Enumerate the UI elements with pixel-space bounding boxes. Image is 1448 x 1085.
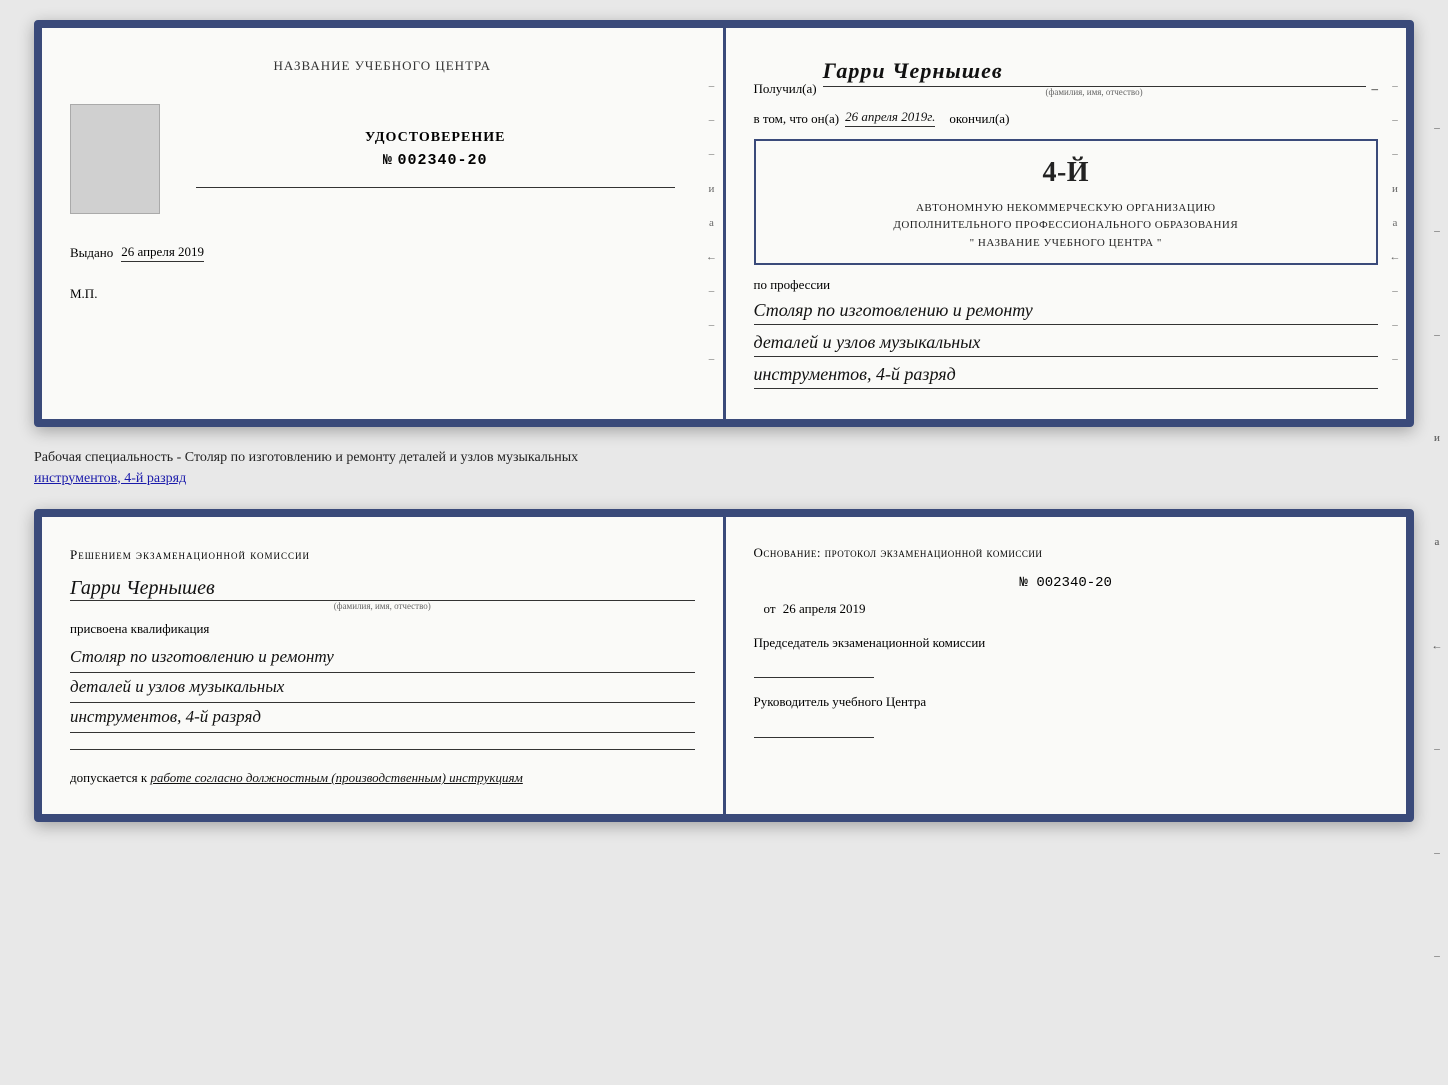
top-right-page: Получил(а) Гарри Чернышев (фамилия, имя,… — [726, 28, 1407, 419]
rukovoditel-block: Руководитель учебного Центра — [754, 692, 1379, 738]
recipient-name-container: Гарри Чернышев (фамилия, имя, отчество) — [823, 58, 1366, 97]
dopuskaetsya-value: работе согласно должностным (производств… — [150, 770, 522, 785]
bottom-left-page: Решением экзаменационной комиссии Гарри … — [42, 517, 726, 814]
fio-sublabel-top: (фамилия, имя, отчество) — [823, 87, 1366, 97]
stamp-line1: АВТОНОМНУЮ НЕКОММЕРЧЕСКУЮ ОРГАНИЗАЦИЮ — [770, 200, 1363, 218]
kvalif-line2: деталей и узлов музыкальных — [70, 673, 695, 703]
bottom-fio-sublabel: (фамилия, имя, отчество) — [70, 601, 695, 611]
ot-label: от — [764, 601, 776, 616]
bottom-spread: Решением экзаменационной комиссии Гарри … — [34, 509, 1414, 822]
po-professii-section: по профессии Столяр по изготовлению и ре… — [754, 277, 1379, 389]
cert-section: УДОСТОВЕРЕНИЕ № 002340-20 — [70, 104, 695, 214]
description-line1: Рабочая специальность - Столяр по изгото… — [34, 450, 578, 465]
stamp-big-num: 4-й — [770, 151, 1363, 196]
bottom-person-name: Гарри Чернышев — [70, 577, 695, 601]
prisvoena-label: присвоена квалификация — [70, 621, 695, 637]
predsedatel-block: Председатель экзаменационной комиссии — [754, 633, 1379, 679]
bottom-person-name-block: Гарри Чернышев (фамилия, имя, отчество) — [70, 577, 695, 611]
cert-title: УДОСТОВЕРЕНИЕ — [176, 130, 695, 146]
stamp-block: 4-й АВТОНОМНУЮ НЕКОММЕРЧЕСКУЮ ОРГАНИЗАЦИ… — [754, 139, 1379, 265]
separator-line — [70, 749, 695, 750]
vtom-line: в том, что он(а) 26 апреля 2019г. окончи… — [754, 109, 1379, 127]
profession-line2: деталей и узлов музыкальных — [754, 329, 1379, 357]
protocol-number: № 002340-20 — [754, 575, 1379, 591]
vydano-date: 26 апреля 2019 — [121, 244, 204, 262]
description-line2: инструментов, 4-й разряд — [34, 471, 186, 486]
predsedatel-title: Председатель экзаменационной комиссии — [754, 633, 1379, 653]
cert-number: № 002340-20 — [176, 152, 695, 169]
okonchil-label: окончил(а) — [949, 111, 1009, 127]
rukovoditel-signature-line — [754, 720, 874, 738]
vtom-label: в том, что он(а) — [754, 111, 840, 127]
photo-placeholder — [70, 104, 160, 214]
komissia-title: Решением экзаменационной комиссии — [70, 545, 695, 566]
dopuskaetsya-section: допускается к работе согласно должностны… — [70, 770, 695, 786]
stamp-line2: ДОПОЛНИТЕЛЬНОГО ПРОФЕССИОНАЛЬНОГО ОБРАЗО… — [770, 217, 1363, 235]
side-dashes-bottom-right: – – – и а ← – – – — [1430, 30, 1444, 1055]
mp-section: М.П. — [70, 286, 695, 302]
poluchil-label: Получил(а) — [754, 81, 817, 97]
profession-line1: Столяр по изготовлению и ремонту — [754, 297, 1379, 325]
recipient-line: Получил(а) Гарри Чернышев (фамилия, имя,… — [754, 58, 1379, 97]
side-dashes-top-right: – – – и а ← – – – — [1388, 58, 1402, 389]
po-professii-label: по профессии — [754, 277, 831, 292]
vtom-date: 26 апреля 2019г. — [845, 109, 935, 127]
kvalif-block: Столяр по изготовлению и ремонту деталей… — [70, 643, 695, 733]
predsedatel-signature-line — [754, 660, 874, 678]
kvalif-line3: инструментов, 4-й разряд — [70, 703, 695, 733]
ot-date-section: от 26 апреля 2019 — [754, 601, 1379, 617]
right-page-content: Получил(а) Гарри Чернышев (фамилия, имя,… — [754, 58, 1379, 389]
osnovanie-title: Основание: протокол экзаменационной коми… — [754, 545, 1379, 561]
kvalif-line1: Столяр по изготовлению и ремонту — [70, 643, 695, 673]
dopuskaetsya-label: допускается к — [70, 770, 147, 785]
bottom-right-page: Основание: протокол экзаменационной коми… — [726, 517, 1407, 814]
side-dashes-top-left: – – – и а ← – – – — [705, 58, 719, 389]
cert-info: УДОСТОВЕРЕНИЕ № 002340-20 — [176, 130, 695, 188]
rukovoditel-title: Руководитель учебного Центра — [754, 692, 1379, 712]
stamp-line3: " НАЗВАНИЕ УЧЕБНОГО ЦЕНТРА " — [770, 235, 1363, 253]
description-text: Рабочая специальность - Столяр по изгото… — [34, 443, 1414, 493]
profession-line3: инструментов, 4-й разряд — [754, 361, 1379, 389]
vydano-section: Выдано 26 апреля 2019 — [70, 244, 695, 262]
top-left-page: НАЗВАНИЕ УЧЕБНОГО ЦЕНТРА УДОСТОВЕРЕНИЕ №… — [42, 28, 726, 419]
top-spread: НАЗВАНИЕ УЧЕБНОГО ЦЕНТРА УДОСТОВЕРЕНИЕ №… — [34, 20, 1414, 427]
ot-date: 26 апреля 2019 — [783, 601, 866, 616]
org-title-top: НАЗВАНИЕ УЧЕБНОГО ЦЕНТРА — [70, 58, 695, 74]
vydano-label: Выдано — [70, 245, 113, 261]
recipient-name: Гарри Чернышев — [823, 58, 1366, 87]
